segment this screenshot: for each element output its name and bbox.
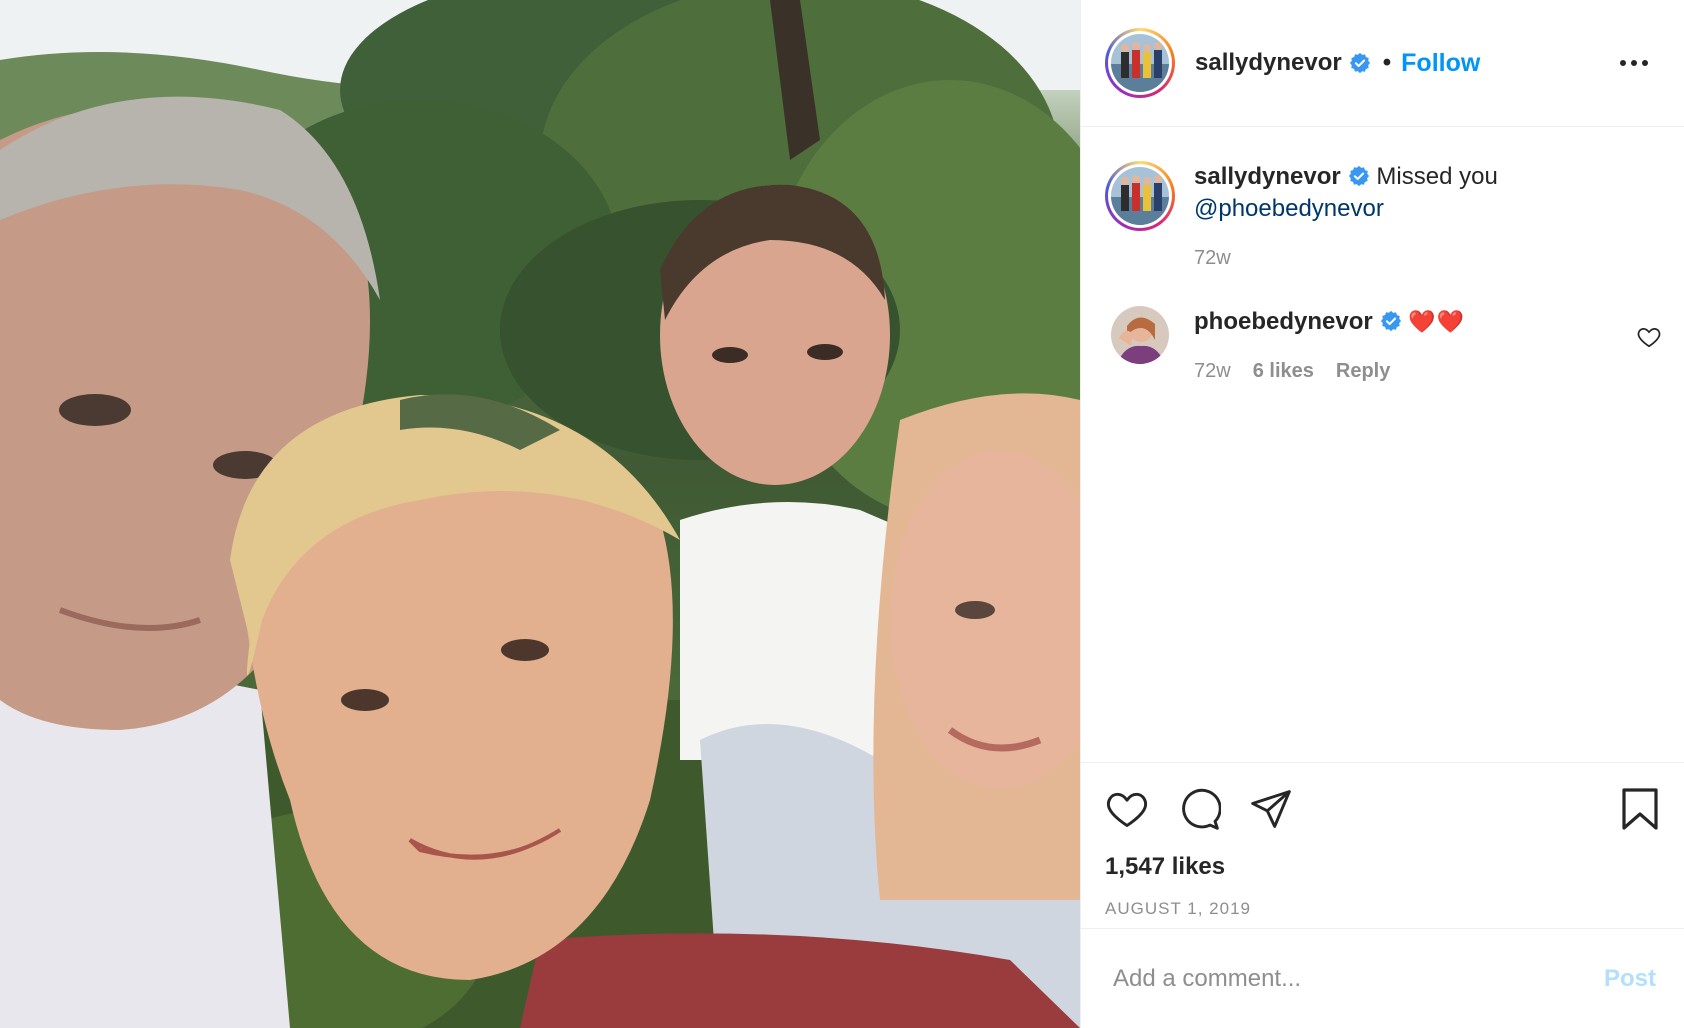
comment-time[interactable]: 72w (1194, 360, 1231, 383)
caption-text: sallydynevor Missed you @phoebedynevor (1194, 161, 1498, 225)
comment-icon[interactable] (1177, 787, 1221, 831)
post-date[interactable]: AUGUST 1, 2019 (1105, 899, 1662, 919)
caption-time[interactable]: 72w (1194, 247, 1231, 270)
header-separator: • (1382, 49, 1392, 76)
family-selfie-photo (0, 0, 1080, 1028)
comment-meta: 72w 6 likes Reply (1194, 360, 1465, 383)
author-username[interactable]: sallydynevor (1195, 49, 1342, 77)
verified-badge-icon (1349, 52, 1370, 74)
comment-like-heart-icon[interactable] (1636, 324, 1662, 350)
commenter-avatar[interactable] (1111, 306, 1169, 364)
verified-badge-icon (1380, 310, 1401, 332)
mention-link[interactable]: @phoebedynevor (1194, 195, 1384, 222)
caption-message: Missed you (1376, 163, 1498, 190)
post-photo[interactable] (0, 0, 1080, 1028)
post-comment-button[interactable]: Post (1604, 965, 1656, 993)
caption-username[interactable]: sallydynevor (1194, 163, 1341, 190)
caption: sallydynevor Missed you @phoebedynevor 7… (1105, 161, 1662, 270)
bookmark-icon[interactable] (1620, 787, 1660, 831)
avatar-image (1111, 34, 1169, 92)
avatar-image (1111, 167, 1169, 225)
reply-button[interactable]: Reply (1336, 360, 1390, 383)
comment-text: phoebedynevor ❤️❤️ (1194, 306, 1465, 338)
comments-section: sallydynevor Missed you @phoebedynevor 7… (1081, 127, 1684, 762)
comment-likes[interactable]: 6 likes (1253, 360, 1314, 383)
more-horizontal-icon[interactable] (1614, 54, 1654, 72)
caption-meta: 72w (1194, 247, 1498, 270)
comment-message: ❤️❤️ (1408, 309, 1466, 334)
comment-username[interactable]: phoebedynevor (1194, 308, 1373, 335)
instagram-post: sallydynevor • Follow sallydynevor Misse… (0, 0, 1684, 1028)
post-actions: 1,547 likes AUGUST 1, 2019 (1081, 762, 1684, 928)
post-side-panel: sallydynevor • Follow sallydynevor Misse… (1080, 0, 1684, 1028)
comment-input[interactable] (1111, 963, 1604, 994)
likes-count[interactable]: 1,547 likes (1105, 853, 1662, 881)
verified-badge-icon (1348, 165, 1369, 187)
heart-icon[interactable] (1105, 787, 1149, 831)
post-header: sallydynevor • Follow (1081, 0, 1684, 127)
author-avatar[interactable] (1105, 28, 1175, 98)
share-icon[interactable] (1249, 787, 1293, 831)
add-comment-bar: Post (1081, 928, 1684, 1028)
follow-button[interactable]: Follow (1401, 49, 1480, 78)
comment-item: phoebedynevor ❤️❤️ 72w 6 likes Reply (1105, 306, 1662, 383)
caption-avatar[interactable] (1105, 161, 1175, 231)
